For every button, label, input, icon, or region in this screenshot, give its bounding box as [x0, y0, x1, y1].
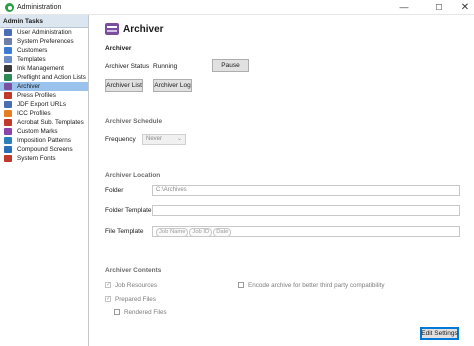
sidebar-item-label: JDF Export URLs — [17, 101, 66, 108]
archiver-status-value: Running — [153, 63, 178, 70]
folder-template-input[interactable] — [152, 205, 460, 216]
prepared-files-label: Prepared Files — [115, 296, 156, 303]
sidebar-item-acrobat-sub-templates[interactable]: Acrobat Sub. Templates — [0, 118, 88, 127]
folder-input[interactable]: C:\Archives — [152, 185, 460, 196]
file-template-label: File Template — [105, 228, 144, 235]
sidebar-header: Admin Tasks — [0, 15, 88, 28]
frequency-label: Frequency — [105, 136, 136, 143]
archiver-section-title: Archiver — [105, 45, 132, 52]
preflight-icon — [4, 74, 12, 81]
close-button[interactable]: ✕ — [450, 0, 474, 15]
template-token-chip[interactable]: Job ID — [189, 228, 213, 237]
prepared-files-checkbox[interactable] — [105, 295, 111, 302]
sidebar-item-label: System Fonts — [17, 155, 56, 162]
sidebar-item-user-administration[interactable]: User Administration — [0, 28, 88, 37]
archiver-log-button[interactable]: Archiver Log — [153, 79, 192, 92]
admin-tasks-sidebar: Admin Tasks User Administration System Pr… — [0, 15, 89, 346]
sidebar-item-label: Preflight and Action Lists — [17, 74, 86, 81]
chevron-down-icon: ⌄ — [176, 136, 182, 142]
sidebar-item-preflight-and-action-lists[interactable]: Preflight and Action Lists — [0, 73, 88, 82]
sidebar-item-customers[interactable]: Customers — [0, 46, 88, 55]
archiver-list-button[interactable]: Archiver List — [105, 79, 143, 92]
window-title: Administration — [17, 3, 62, 11]
rendered-files-label: Rendered Files — [124, 309, 167, 316]
sidebar-item-label: Compound Screens — [17, 146, 73, 153]
sidebar-item-templates[interactable]: Templates — [0, 55, 88, 64]
sidebar-item-label: User Administration — [17, 29, 72, 36]
job-resources-checkbox[interactable] — [105, 281, 111, 288]
rendered-files-checkbox[interactable] — [114, 309, 120, 315]
folder-label: Folder — [105, 187, 124, 194]
sidebar-item-label: Press Profiles — [17, 92, 56, 99]
acrobat-icon — [4, 119, 12, 126]
file-template-input[interactable]: Job Name Job ID Date — [152, 226, 460, 237]
sidebar-item-compound-screens[interactable]: Compound Screens — [0, 145, 88, 154]
screens-icon — [4, 146, 12, 153]
page-title: Archiver — [123, 24, 164, 35]
sidebar-item-label: ICC Profiles — [17, 110, 51, 117]
sidebar-item-label: Customers — [17, 47, 48, 54]
main-panel: Archiver Archiver Archiver Status Runnin… — [90, 15, 474, 346]
sidebar-item-label: Acrobat Sub. Templates — [17, 119, 84, 126]
archiver-contents-title: Archiver Contents — [105, 267, 162, 274]
sidebar-item-label: Imposition Patterns — [17, 137, 71, 144]
sidebar-item-system-preferences[interactable]: System Preferences — [0, 37, 88, 46]
folder-template-label: Folder Template — [105, 207, 152, 214]
archiver-icon — [105, 23, 119, 35]
sidebar-item-label: Ink Management — [17, 65, 64, 72]
template-token-chip[interactable]: Job Name — [156, 228, 189, 237]
frequency-value: Never — [146, 136, 163, 142]
edit-settings-button[interactable]: Edit Settings — [420, 327, 459, 340]
jdf-icon — [4, 101, 12, 108]
archiver-schedule-title: Archiver Schedule — [105, 118, 163, 125]
template-token-chip[interactable]: Date — [213, 228, 232, 237]
customers-icon — [4, 47, 12, 54]
app-icon — [5, 3, 14, 12]
sidebar-item-label: Templates — [17, 56, 46, 63]
font-icon — [4, 155, 12, 162]
job-resources-label: Job Resources — [115, 282, 157, 289]
sidebar-item-imposition-patterns[interactable]: Imposition Patterns — [0, 136, 88, 145]
frequency-select[interactable]: Never ⌄ — [142, 134, 186, 145]
users-icon — [4, 29, 12, 36]
sidebar-item-label: Custom Marks — [17, 128, 58, 135]
sidebar-item-label: System Preferences — [17, 38, 74, 45]
title-bar: Administration — ☐ ✕ — [0, 0, 474, 15]
minimize-button[interactable]: — — [389, 0, 419, 15]
archiver-status-label: Archiver Status — [105, 63, 150, 70]
encode-archive-label: Encode archive for better third party co… — [248, 282, 385, 289]
encode-archive-checkbox[interactable] — [238, 282, 244, 288]
press-icon — [4, 92, 12, 99]
icc-icon — [4, 110, 12, 117]
sidebar-item-custom-marks[interactable]: Custom Marks — [0, 127, 88, 136]
sidebar-item-archiver[interactable]: Archiver — [0, 82, 88, 91]
preferences-icon — [4, 38, 12, 45]
templates-icon — [4, 56, 12, 63]
sidebar-item-icc-profiles[interactable]: ICC Profiles — [0, 109, 88, 118]
sidebar-list: User Administration System Preferences Cus… — [0, 28, 88, 163]
sidebar-item-ink-management[interactable]: Ink Management — [0, 64, 88, 73]
marks-icon — [4, 128, 12, 135]
sidebar-item-jdf-export-urls[interactable]: JDF Export URLs — [0, 100, 88, 109]
archiver-location-title: Archiver Location — [105, 172, 161, 179]
pause-button[interactable]: Pause — [212, 59, 249, 72]
sidebar-item-press-profiles[interactable]: Press Profiles — [0, 91, 88, 100]
ink-icon — [4, 65, 12, 72]
sidebar-item-system-fonts[interactable]: System Fonts — [0, 154, 88, 163]
imposition-icon — [4, 137, 12, 144]
sidebar-item-label: Archiver — [17, 83, 41, 90]
archiver-icon — [4, 83, 12, 90]
